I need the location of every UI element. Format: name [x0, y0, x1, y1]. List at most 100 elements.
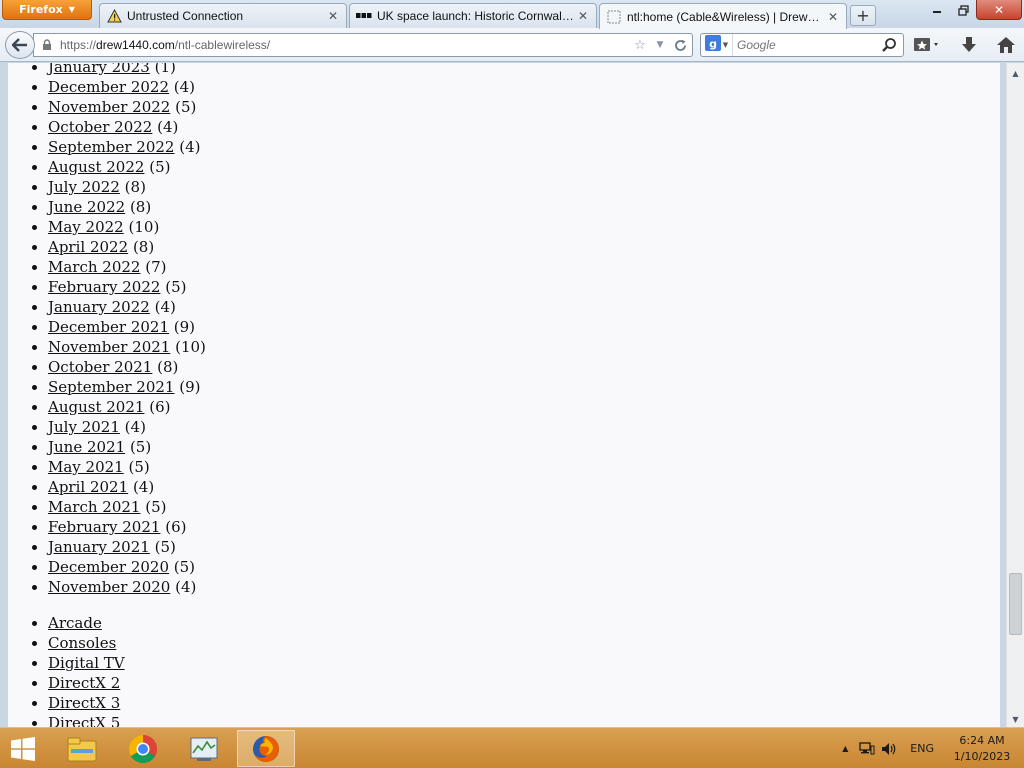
archive-link[interactable]: May 2022 [48, 218, 124, 236]
close-icon[interactable]: ✕ [326, 9, 340, 23]
archive-post-count: (4) [173, 78, 196, 96]
start-button[interactable] [6, 734, 40, 764]
archive-post-count: (7) [145, 258, 167, 276]
google-icon: g [704, 35, 721, 55]
archive-link[interactable]: June 2021 [48, 438, 125, 456]
back-button[interactable] [5, 31, 35, 59]
search-input[interactable] [737, 38, 877, 52]
search-engine-selector[interactable]: g ▼ [701, 34, 733, 56]
archive-link[interactable]: February 2022 [48, 278, 160, 296]
taskbar-firefox[interactable] [237, 730, 295, 767]
archive-link[interactable]: October 2022 [48, 118, 152, 136]
archive-link[interactable]: July 2021 [48, 418, 120, 436]
archive-link[interactable]: December 2022 [48, 78, 169, 96]
taskbar: ▲ ENG 6:24 AM 1/10/2023 [0, 727, 1024, 768]
reload-icon[interactable] [672, 37, 688, 53]
archive-link[interactable]: February 2021 [48, 518, 160, 536]
url-bar[interactable]: https://drew1440.com/ntl-cablewireless/ … [33, 33, 693, 57]
downloads-button[interactable] [956, 33, 982, 57]
category-item: Digital TV [48, 653, 125, 673]
search-icon[interactable] [881, 37, 897, 53]
archive-link[interactable]: March 2022 [48, 258, 140, 276]
archive-link[interactable]: July 2022 [48, 178, 120, 196]
tab-ntl-home[interactable]: ntl:home (Cable&Wireless) | Drew144... ✕ [599, 3, 847, 29]
category-link[interactable]: Digital TV [48, 654, 125, 672]
bookmarks-menu-button[interactable] [910, 33, 946, 57]
archive-post-count: (8) [157, 358, 179, 376]
tab-label: ntl:home (Cable&Wireless) | Drew144... [627, 9, 826, 24]
category-link[interactable]: DirectX 3 [48, 694, 120, 712]
archive-link[interactable]: October 2021 [48, 358, 152, 376]
category-item: DirectX 2 [48, 673, 125, 693]
taskbar-task-manager[interactable] [175, 730, 233, 767]
category-item: Arcade [48, 613, 125, 633]
archive-link[interactable]: March 2021 [48, 498, 140, 516]
archive-link[interactable]: August 2021 [48, 398, 144, 416]
home-button[interactable] [992, 33, 1020, 57]
category-link[interactable]: DirectX 2 [48, 674, 120, 692]
browser-viewport: January 2023 (1)December 2022 (4)Novembe… [0, 63, 1024, 727]
taskbar-chrome[interactable] [114, 730, 172, 767]
archive-link[interactable]: November 2021 [48, 338, 170, 356]
archive-link[interactable]: November 2020 [48, 578, 170, 596]
history-dropdown-icon[interactable]: ▼ [652, 37, 668, 53]
archive-item: September 2022 (4) [48, 137, 206, 157]
restore-button[interactable] [950, 0, 976, 20]
archive-link[interactable]: September 2022 [48, 138, 174, 156]
close-window-button[interactable]: ✕ [976, 0, 1022, 20]
scroll-down-button[interactable]: ▼ [1007, 711, 1024, 727]
vertical-scrollbar[interactable]: ▲ ▼ [1006, 63, 1024, 727]
archives-list: January 2023 (1)December 2022 (4)Novembe… [48, 63, 206, 597]
archive-item: December 2021 (9) [48, 317, 206, 337]
scroll-up-button[interactable]: ▲ [1007, 65, 1024, 81]
archive-link[interactable]: April 2021 [48, 478, 128, 496]
tab-untrusted-connection[interactable]: Untrusted Connection ✕ [99, 3, 347, 28]
url-domain: drew1440.com [96, 38, 175, 52]
archive-link[interactable]: August 2022 [48, 158, 144, 176]
category-link[interactable]: DirectX 5 [48, 714, 120, 727]
firefox-menu-button[interactable]: Firefox ▼ [2, 0, 92, 20]
taskbar-file-explorer[interactable] [53, 730, 111, 767]
archive-link[interactable]: January 2022 [48, 298, 150, 316]
new-tab-button[interactable]: + [850, 5, 876, 26]
category-link[interactable]: Consoles [48, 634, 116, 652]
warning-icon [106, 8, 122, 24]
archive-link[interactable]: January 2021 [48, 538, 150, 556]
archive-item: October 2021 (8) [48, 357, 206, 377]
archive-item: June 2021 (5) [48, 437, 206, 457]
close-icon[interactable]: ✕ [576, 9, 590, 23]
archive-link[interactable]: April 2022 [48, 238, 128, 256]
archive-item: October 2022 (4) [48, 117, 206, 137]
show-hidden-icons-icon[interactable]: ▲ [834, 738, 856, 760]
archive-link[interactable]: January 2023 [48, 63, 150, 76]
archive-post-count: (4) [175, 578, 197, 596]
home-icon [997, 37, 1015, 53]
tab-label: Untrusted Connection [127, 9, 244, 23]
archive-item: November 2022 (5) [48, 97, 206, 117]
volume-icon[interactable] [878, 738, 900, 760]
scrollbar-thumb[interactable] [1009, 573, 1022, 635]
archive-item: December 2020 (5) [48, 557, 206, 577]
archive-link[interactable]: June 2022 [48, 198, 125, 216]
archive-post-count: (9) [173, 318, 196, 336]
close-icon[interactable]: ✕ [826, 10, 840, 24]
input-language-indicator[interactable]: ENG [910, 742, 934, 755]
tab-uk-space-launch[interactable]: UK space launch: Historic Cornwall ro...… [349, 3, 597, 28]
archive-link[interactable]: May 2021 [48, 458, 124, 476]
network-icon[interactable] [856, 738, 878, 760]
category-link[interactable]: Arcade [48, 614, 102, 632]
task-manager-icon [190, 737, 218, 761]
archive-post-count: (5) [149, 158, 171, 176]
clock[interactable]: 6:24 AM 1/10/2023 [948, 733, 1016, 765]
archive-link[interactable]: November 2022 [48, 98, 170, 116]
archive-link[interactable]: September 2021 [48, 378, 174, 396]
minimize-button[interactable] [924, 0, 950, 20]
blank-page-icon [606, 9, 622, 25]
url-path: /ntl-cablewireless/ [174, 38, 271, 52]
search-bar[interactable]: g ▼ [700, 33, 904, 57]
archive-post-count: (8) [129, 198, 152, 216]
archive-post-count: (5) [154, 538, 176, 556]
archive-link[interactable]: December 2020 [48, 558, 169, 576]
archive-link[interactable]: December 2021 [48, 318, 169, 336]
bookmark-star-icon[interactable]: ☆ [632, 37, 648, 53]
